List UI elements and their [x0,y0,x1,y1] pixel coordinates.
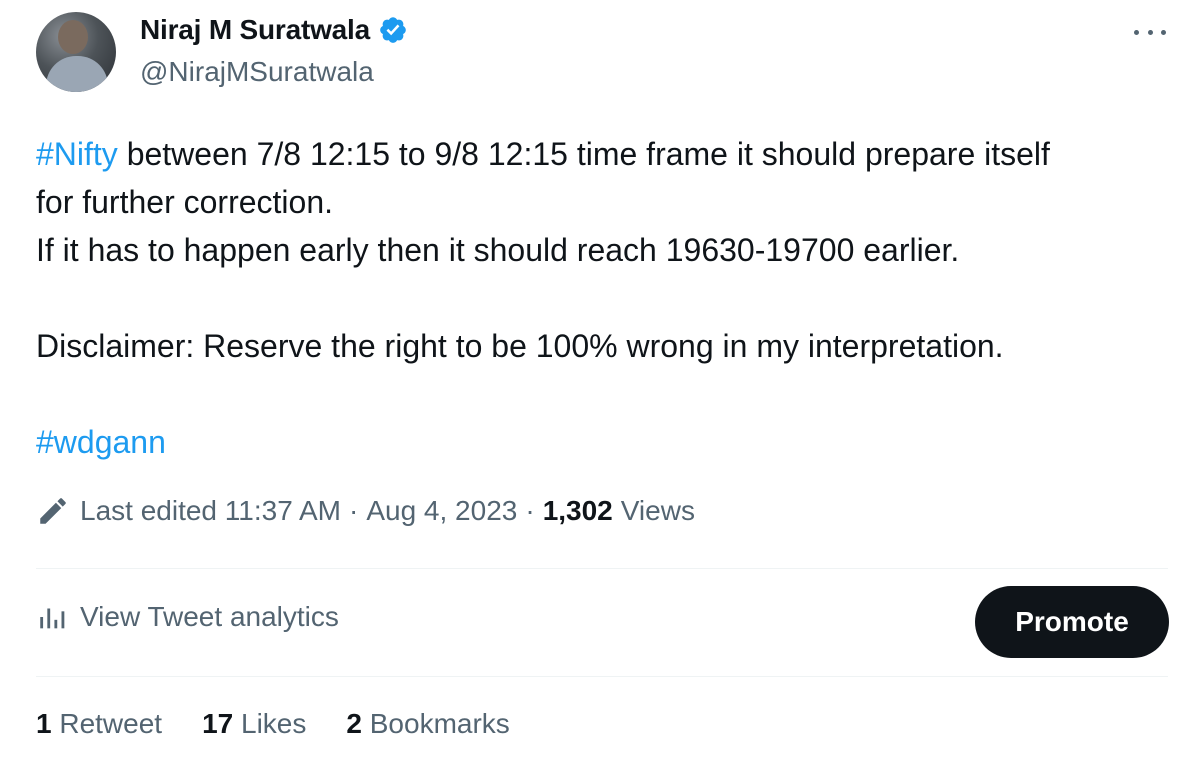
pencil-icon [40,498,66,524]
dot [1161,29,1166,35]
retweets-label: Retweet [59,708,163,739]
dot [1134,29,1139,35]
tweet-body: between 7/8 12:15 to 9/8 12:15 time fram… [36,136,1050,364]
likes-label: Likes [241,708,307,739]
views-label: Views [620,495,695,526]
bookmarks-label: Bookmarks [369,708,510,739]
hashtag-wdgann[interactable]: #wdgann [36,424,166,460]
more-options-icon[interactable] [1134,18,1166,46]
user-handle[interactable]: @NirajMSuratwala [140,56,374,88]
engagement-stats: 1 Retweet 17 Likes 2 Bookmarks [36,708,550,740]
display-name[interactable]: Niraj M Suratwala [140,14,370,46]
bar-chart-icon [40,608,65,629]
bookmarks-stat[interactable]: 2 Bookmarks [346,708,509,740]
divider [36,676,1168,677]
tweet-card: Niraj M Suratwala @NirajMSuratwala #Nift… [0,0,1204,776]
avatar-shirt [46,56,108,92]
avatar-face [58,20,88,54]
separator: · [349,495,359,526]
name-row: Niraj M Suratwala [140,14,408,46]
views-count: 1,302 [542,495,613,526]
separator: · [525,495,535,526]
hashtag-nifty[interactable]: #Nifty [36,136,118,172]
retweets-count: 1 [36,708,52,739]
tweet-date[interactable]: Aug 4, 2023 [366,495,517,527]
last-edited-time[interactable]: Last edited 11:37 AM [80,495,341,527]
dot [1147,29,1153,35]
bookmarks-count: 2 [346,708,362,739]
tweet-meta: Last edited 11:37 AM · Aug 4, 2023 · 1,3… [36,494,695,528]
tweet-text: #Nifty between 7/8 12:15 to 9/8 12:15 ti… [36,130,1176,466]
likes-stat[interactable]: 17 Likes [202,708,306,740]
retweets-stat[interactable]: 1 Retweet [36,708,162,740]
verified-badge-icon [380,17,406,43]
analytics-label: View Tweet analytics [80,601,339,632]
promote-button[interactable]: Promote [975,586,1169,658]
divider [36,568,1168,569]
likes-count: 17 [202,708,234,739]
avatar[interactable] [36,12,116,92]
view-analytics-link[interactable]: View Tweet analytics [36,600,339,634]
